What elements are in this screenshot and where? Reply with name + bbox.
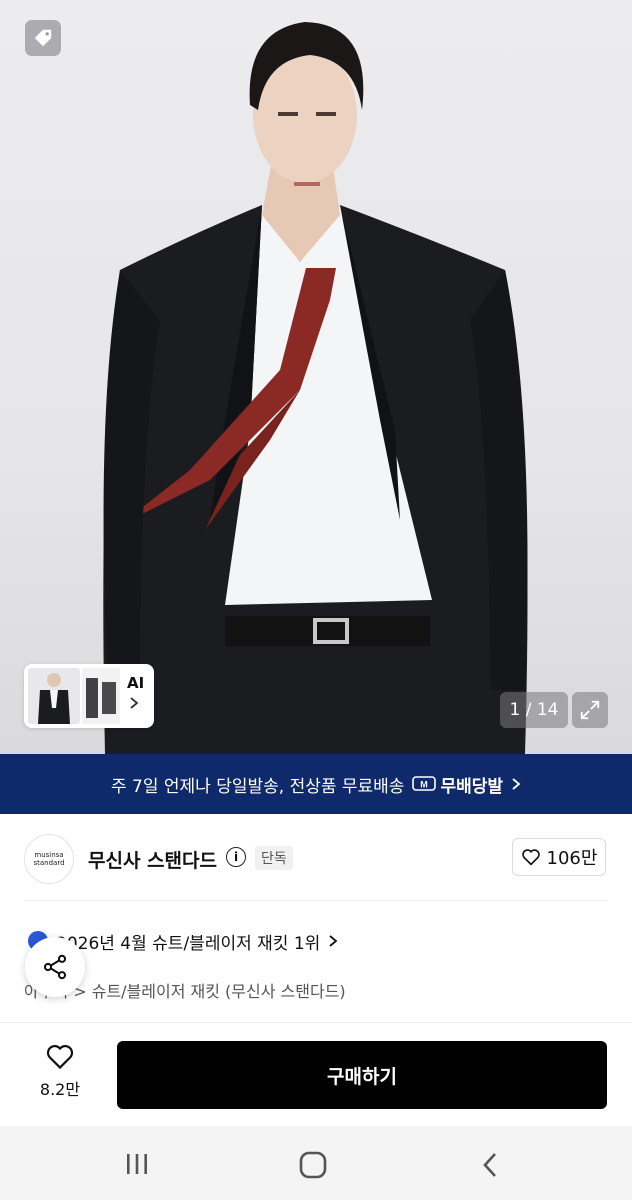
ai-thumbnail-card[interactable]: AI xyxy=(24,664,154,728)
exclusive-badge: 단독 xyxy=(255,846,293,870)
brand-like-count: 106만 xyxy=(546,848,598,869)
back-icon[interactable] xyxy=(480,1150,500,1180)
bottom-action-bar: 8.2만 구매하기 xyxy=(0,1022,632,1126)
share-icon xyxy=(43,954,67,980)
svg-text:M: M xyxy=(421,780,429,790)
share-button[interactable] xyxy=(25,937,85,997)
image-counter: 1 / 14 xyxy=(500,692,568,728)
thumbnail-image-secondary xyxy=(82,668,120,724)
brand-name[interactable]: 무신사 스탠다드 xyxy=(88,846,217,873)
ranking-text: 2026년 4월 슈트/블레이저 재킷 1위 xyxy=(56,933,321,954)
product-photo xyxy=(103,22,528,754)
tag-button[interactable] xyxy=(25,20,61,56)
heart-icon xyxy=(46,1044,74,1070)
delivery-truck-icon: M xyxy=(412,776,437,791)
brand-like-button[interactable]: 106만 xyxy=(512,838,606,876)
expand-icon xyxy=(580,700,600,720)
banner-text: 주 7일 언제나 당일발송, 전상품 무료배송 xyxy=(110,776,405,797)
badge-text: 무배당발 xyxy=(440,776,504,797)
thumbnail-image xyxy=(28,668,80,724)
like-button[interactable]: 8.2만 xyxy=(20,1043,100,1109)
recents-icon[interactable] xyxy=(124,1152,150,1176)
info-icon[interactable]: i xyxy=(226,847,246,867)
ai-label: AI xyxy=(127,674,145,692)
like-count: 8.2만 xyxy=(39,1080,81,1099)
promo-banner[interactable]: 주 7일 언제나 당일발송, 전상품 무료배송 M 무배당발 xyxy=(0,754,632,814)
chevron-right-icon xyxy=(130,697,139,709)
heart-icon xyxy=(521,849,540,866)
tag-icon xyxy=(34,29,52,47)
free-shipping-badge: M 무배당발 xyxy=(412,772,503,797)
buy-button[interactable]: 구매하기 xyxy=(117,1041,607,1109)
expand-button[interactable] xyxy=(572,692,608,728)
brand-logo[interactable]: musinsa standard xyxy=(24,834,74,884)
chevron-right-icon xyxy=(329,935,338,947)
product-image-carousel[interactable]: AI 1 / 14 xyxy=(0,0,632,754)
home-icon[interactable] xyxy=(298,1150,328,1180)
brand-row: musinsa standard 무신사 스탠다드 i 단독 106만 xyxy=(0,828,632,888)
system-navigation-bar xyxy=(0,1126,632,1200)
chevron-right-icon xyxy=(512,778,521,790)
divider xyxy=(24,900,608,901)
